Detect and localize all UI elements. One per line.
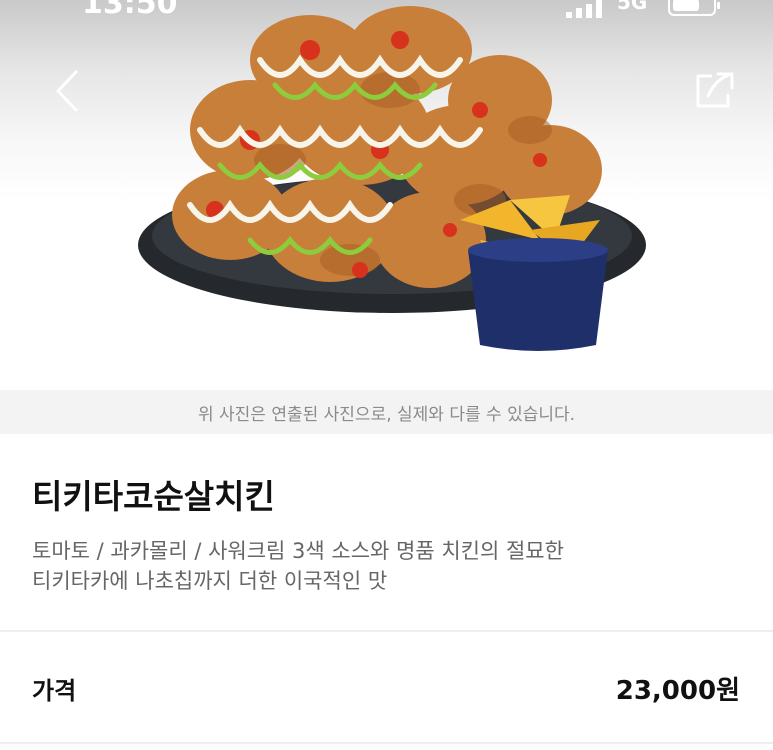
share-icon	[696, 72, 734, 108]
share-button[interactable]	[690, 66, 738, 114]
network-type: 5G	[617, 0, 648, 14]
divider	[0, 630, 773, 632]
description-line: 토마토 / 과카몰리 / 사워크림 3색 소스와 명품 치킨의 절묘한	[32, 539, 564, 563]
product-hero: 13:50 5G	[0, 0, 773, 390]
description-line: 티키타카에 나초칩까지 더한 이국적인 맛	[32, 569, 388, 593]
price-row: 가격 23,000원	[32, 668, 740, 708]
price-label: 가격	[32, 676, 77, 705]
food-photo	[138, 6, 646, 351]
chevron-left-icon	[56, 70, 78, 112]
back-button[interactable]	[46, 66, 90, 116]
price-value: 23,000원	[615, 675, 740, 706]
product-title: 티키타코순살치킨	[32, 477, 275, 516]
clock: 13:50	[82, 0, 178, 21]
signal-icon	[566, 0, 602, 18]
photo-notice: 위 사진은 연출된 사진으로, 실제와 다를 수 있습니다.	[0, 390, 773, 434]
status-bar: 13:50 5G	[0, 0, 773, 21]
product-description: 토마토 / 과카몰리 / 사워크림 3색 소스와 명품 치킨의 절묘한 티키타카…	[32, 536, 732, 596]
battery-icon	[668, 0, 720, 16]
divider	[0, 742, 773, 744]
